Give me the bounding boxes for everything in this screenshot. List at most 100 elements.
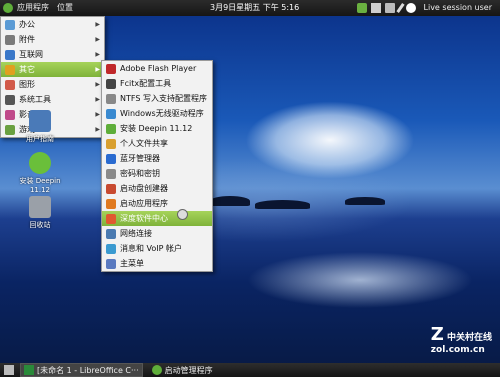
deepin-install-icon [106,123,116,134]
accessories-icon [5,34,15,45]
taskbar-item-label: [未命名 1 - LibreOffice C··· [37,365,139,375]
submenu-item[interactable]: NTFS 写入支持配置程序 [102,91,212,106]
submenu-arrow-icon: ▶ [95,111,100,118]
submenu-item-label: 启动盘创建器 [120,184,168,193]
submenu-arrow-icon: ▶ [95,36,100,43]
main-menu-item-label: 系统工具 [19,95,51,104]
usb-icon [106,183,116,194]
main-menu-item-label: 图形 [19,80,35,89]
desktop-icon-label: 安装 Deepin 11.12 [19,177,61,194]
island-silhouette [345,197,385,205]
watermark-url: zol.com.cn [430,345,485,355]
system-tools-icon [5,94,15,105]
other-submenu: Adobe Flash Player Fcitx配置工具 NTFS 写入支持配置程序… [101,60,213,272]
pen-icon[interactable] [395,3,405,13]
submenu-item-label: Windows无线驱动程序 [120,109,204,118]
submenu-item-label: 蓝牙管理器 [120,154,160,163]
software-center-icon [106,213,116,224]
island-silhouette [255,200,310,209]
graphics-icon [5,79,15,90]
taskbar-item-launcher[interactable]: 启动管理程序 [149,364,216,376]
main-menu-item[interactable]: 互联网 ▶ [1,47,104,62]
distro-logo-icon[interactable] [3,3,13,13]
submenu-item-label: Fcitx配置工具 [120,79,172,88]
desktop-icon-trash[interactable]: 回收站 [10,196,70,230]
main-menu-item[interactable]: 其它 ▶ [1,62,104,77]
submenu-arrow-icon: ▶ [95,81,100,88]
submenu-item[interactable]: 网络连接 [102,226,212,241]
submenu-item-label: 主菜单 [120,259,144,268]
bottom-panel: [未命名 1 - LibreOffice C··· 启动管理程序 [0,363,500,377]
main-menu-item[interactable]: 图形 ▶ [1,77,104,92]
volume-icon[interactable] [384,3,395,13]
submenu-item[interactable]: Adobe Flash Player [102,61,212,76]
watermark-letter: Z [430,324,444,345]
submenu-item[interactable]: 消息和 VoIP 帐户 [102,241,212,256]
office-icon [5,19,15,30]
submenu-arrow-icon: ▶ [95,66,100,73]
clock[interactable]: 3月9日星期五 下午 5:16 [210,0,299,16]
submenu-item[interactable]: 深度软件中心 [102,211,212,226]
keyboard-icon [106,78,116,89]
taskbar-item-libreoffice[interactable]: [未命名 1 - LibreOffice C··· [20,363,143,377]
session-user[interactable]: Live session user [420,0,496,16]
main-menu-item-label: 其它 [19,65,35,74]
submenu-item[interactable]: 个人文件共享 [102,136,212,151]
chat-bubble-icon[interactable] [405,3,416,13]
desktop-icon-install-deepin[interactable]: 安装 Deepin 11.12 [10,152,70,194]
submenu-item[interactable]: 主菜单 [102,256,212,271]
submenu-item-label: 消息和 VoIP 帐户 [120,244,183,253]
desktop-icon-label: 回收站 [29,221,51,229]
submenu-item[interactable]: 密码和密钥 [102,166,212,181]
show-desktop-icon[interactable] [4,365,14,375]
trash-icon [29,196,51,218]
main-menu-item-label: 互联网 [19,50,43,59]
drive-icon [106,93,116,104]
keyboard-icon[interactable] [370,3,381,13]
im-icon [106,243,116,254]
island-silhouette [210,196,250,206]
submenu-item[interactable]: 蓝牙管理器 [102,151,212,166]
applications-menu-button[interactable]: 应用程序 [13,0,53,16]
submenu-item[interactable]: 启动盘创建器 [102,181,212,196]
launcher-icon [151,365,162,375]
network-icon [106,228,116,239]
bluetooth-icon [106,153,116,164]
user-guide-icon [29,110,51,132]
libreoffice-icon [24,365,34,375]
watermark: Z 中关村在线 zol.com.cn [431,324,492,355]
submenu-arrow-icon: ▶ [95,126,100,133]
submenu-item-label: 启动应用程序 [120,199,168,208]
submenu-item[interactable]: Windows无线驱动程序 [102,106,212,121]
taskbar-item-label: 启动管理程序 [164,365,213,375]
submenu-item-label: 安装 Deepin 11.12 [120,124,193,133]
main-menu-item[interactable]: 办公 ▶ [1,17,104,32]
power-icon[interactable] [356,3,367,13]
submenu-item[interactable]: 启动应用程序 [102,196,212,211]
submenu-item-label: 深度软件中心 [120,214,168,223]
main-menu-item-label: 附件 [19,35,35,44]
wireless-icon [106,108,116,119]
places-menu-button[interactable]: 位置 [53,0,77,16]
submenu-item-label: NTFS 写入支持配置程序 [120,94,207,103]
other-icon [5,64,15,75]
key-icon [106,168,116,179]
submenu-item-label: 网络连接 [120,229,152,238]
main-menu-item-label: 办公 [19,20,35,29]
submenu-item-label: 密码和密钥 [120,169,160,178]
submenu-arrow-icon: ▶ [95,96,100,103]
submenu-item[interactable]: 安装 Deepin 11.12 [102,121,212,136]
mouse-cursor [177,209,188,220]
main-menu-item[interactable]: 系统工具 ▶ [1,92,104,107]
submenu-item[interactable]: Fcitx配置工具 [102,76,212,91]
deepin-install-icon [29,152,51,174]
submenu-arrow-icon: ▶ [95,21,100,28]
desktop-icon-user-guide[interactable]: 用户指南 [10,110,70,144]
submenu-item-label: Adobe Flash Player [120,64,197,73]
system-tray: Live session user [356,0,500,16]
main-menu-item[interactable]: 附件 ▶ [1,32,104,47]
desktop-icon-label: 用户指南 [26,135,54,143]
submenu-item-label: 个人文件共享 [120,139,168,148]
submenu-arrow-icon: ▶ [95,51,100,58]
share-icon [106,138,116,149]
